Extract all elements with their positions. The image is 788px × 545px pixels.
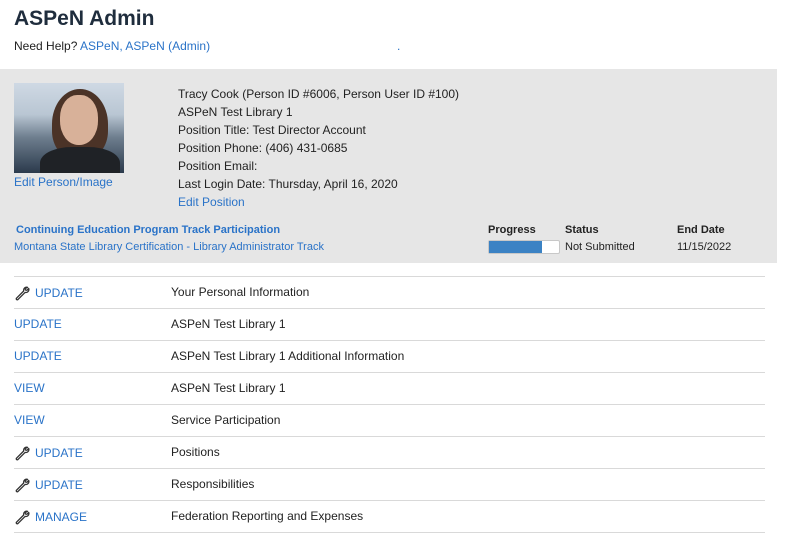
action-description: Service Participation (171, 413, 281, 427)
help-dot: . (397, 39, 401, 53)
ce-section-title: Continuing Education Program Track Parti… (16, 224, 281, 236)
action-description: ASPeN Test Library 1 (171, 381, 286, 395)
wrench-icon (14, 509, 30, 525)
status-header: Status (565, 224, 599, 236)
action-row: UPDATE ASPeN Test Library 1 (14, 308, 765, 340)
help-link[interactable]: ASPeN, ASPeN (Admin) (80, 39, 210, 53)
action-link-manage[interactable]: MANAGE (14, 509, 87, 525)
photo-shoulders (40, 147, 120, 173)
action-description: Positions (171, 445, 220, 459)
edit-position-link[interactable]: Edit Position (178, 193, 245, 211)
end-date-header: End Date (677, 224, 725, 236)
person-name-line: Tracy Cook (Person ID #6006, Person User… (178, 87, 460, 101)
action-row: UPDATE Your Personal Information (14, 276, 765, 308)
page-header: ASPeN Admin Need Help? ASPeN, ASPeN (Adm… (0, 0, 788, 68)
help-line: Need Help? ASPeN, ASPeN (Admin) . (14, 39, 400, 53)
action-description: Federation Reporting and Expenses (171, 509, 364, 523)
action-link-update[interactable]: UPDATE (14, 349, 62, 363)
action-link-update[interactable]: UPDATE (14, 317, 62, 331)
action-row: UPDATE Responsibilities (14, 468, 765, 500)
action-list: UPDATE Your Personal Information UPDATE ASP… (14, 276, 765, 533)
status-value: Not Submitted (565, 241, 635, 253)
action-label: VIEW (14, 381, 45, 395)
profile-panel: Edit Person/Image Tracy Cook (Person ID … (0, 69, 777, 263)
action-description: Responsibilities (171, 477, 255, 491)
person-library: ASPeN Test Library 1 (178, 105, 293, 119)
action-row: UPDATE ASPeN Test Library 1 Additional In… (14, 340, 765, 372)
end-date-value: 11/15/2022 (677, 241, 732, 253)
action-link-view[interactable]: VIEW (14, 381, 45, 395)
person-info: Tracy Cook (Person ID #6006, Person User… (178, 85, 459, 211)
action-label: UPDATE (14, 317, 62, 331)
wrench-icon (14, 285, 30, 301)
progress-fill (489, 241, 542, 253)
action-label: MANAGE (35, 510, 88, 524)
position-title: Position Title: Test Director Account (178, 123, 366, 137)
wrench-icon (14, 477, 30, 493)
position-email: Position Email: (178, 159, 258, 173)
wrench-icon (14, 445, 30, 461)
action-row: VIEW Service Participation (14, 404, 765, 436)
action-row: UPDATE Positions (14, 436, 765, 468)
action-label: UPDATE (35, 478, 83, 492)
action-label: VIEW (14, 413, 45, 427)
page-title: ASPeN Admin (14, 7, 155, 30)
action-link-view[interactable]: VIEW (14, 413, 45, 427)
help-prefix: Need Help? (14, 39, 78, 53)
action-row: MANAGE Federation Reporting and Expenses (14, 500, 765, 533)
action-link-update[interactable]: UPDATE (14, 477, 83, 493)
edit-person-image-link[interactable]: Edit Person/Image (14, 175, 113, 189)
action-link-update[interactable]: UPDATE (14, 445, 83, 461)
action-link-update[interactable]: UPDATE (14, 285, 83, 301)
progress-header: Progress (488, 224, 536, 236)
action-description: Your Personal Information (171, 285, 310, 299)
action-description: ASPeN Test Library 1 (171, 317, 286, 331)
progress-bar (488, 240, 560, 254)
photo-face (60, 95, 98, 145)
action-label: UPDATE (14, 349, 62, 363)
action-label: UPDATE (35, 446, 83, 460)
position-phone: Position Phone: (406) 431-0685 (178, 141, 348, 155)
action-description: ASPeN Test Library 1 Additional Informat… (171, 349, 405, 363)
person-photo (14, 83, 124, 173)
ce-track-link[interactable]: Montana State Library Certification - Li… (14, 241, 324, 253)
action-row: VIEW ASPeN Test Library 1 (14, 372, 765, 404)
action-label: UPDATE (35, 286, 83, 300)
last-login-date: Last Login Date: Thursday, April 16, 202… (178, 177, 398, 191)
